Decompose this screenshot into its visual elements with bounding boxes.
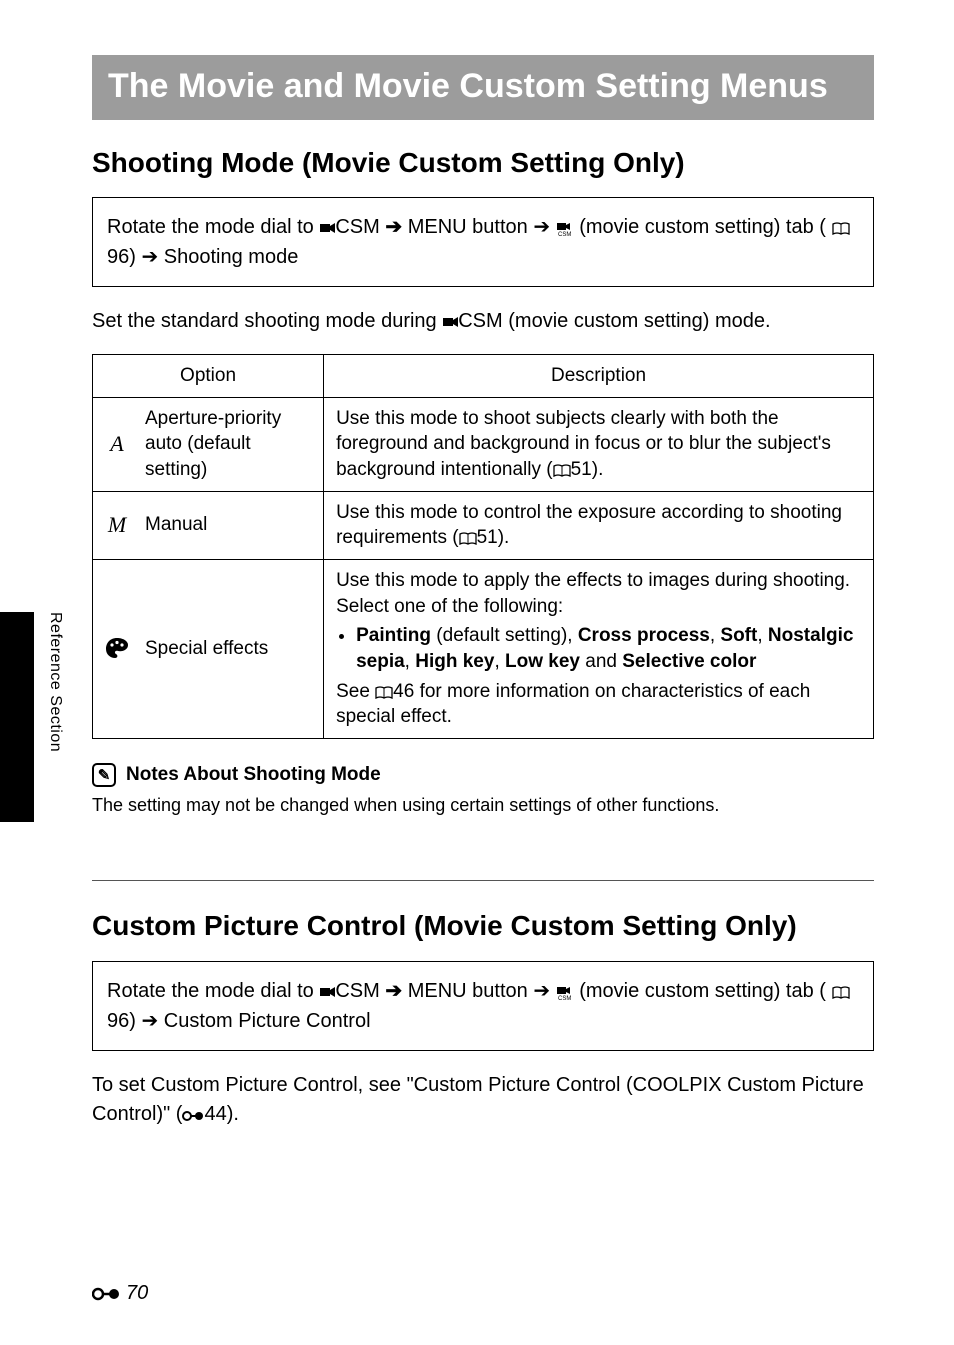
path-csm: CSM — [335, 216, 379, 238]
options-table: Option Description A Aperture-priority a… — [92, 354, 874, 739]
effects-list: Painting (default setting), Cross proces… — [356, 623, 861, 674]
section1-heading: Shooting Mode (Movie Custom Setting Only… — [92, 146, 874, 180]
pencil-note-icon: ✎ — [92, 763, 116, 787]
path-text: Rotate the mode dial to — [107, 216, 319, 238]
desc-ref: 51). — [571, 459, 604, 480]
effect-name: Soft — [720, 625, 757, 646]
section2-body: To set Custom Picture Control, see "Cust… — [92, 1071, 874, 1129]
intro-text: Set the standard shooting mode during — [92, 310, 442, 332]
path-text: button ➔ — [472, 216, 555, 238]
svg-text:CSM: CSM — [558, 232, 571, 236]
effect-name: Low key — [505, 651, 580, 672]
mode-desc: Use this mode to apply the effects to im… — [324, 559, 874, 738]
movie-tab-icon: CSM — [556, 984, 574, 1000]
notes-body: The setting may not be changed when usin… — [92, 793, 874, 818]
movie-tab-icon: CSM — [556, 220, 574, 236]
t: , — [757, 625, 768, 646]
table-row: Special effects Use this mode to apply t… — [93, 559, 874, 738]
mode-desc: Use this mode to control the exposure ac… — [324, 491, 874, 559]
section-divider — [92, 880, 874, 881]
table-row: M Manual Use this mode to control the ex… — [93, 491, 874, 559]
table-row: A Aperture-priority auto (default settin… — [93, 397, 874, 491]
mode-name: Manual — [141, 491, 324, 559]
book-ref-icon — [459, 532, 477, 546]
section2-path-box: Rotate the mode dial to CSM ➔ MENU butto… — [92, 961, 874, 1051]
col-option: Option — [93, 355, 324, 398]
movie-mode-icon — [319, 220, 335, 236]
arrow-icon: ➔ — [385, 216, 407, 238]
t: , — [405, 651, 416, 672]
link-ref-icon — [182, 1109, 204, 1123]
path-text: Rotate the mode dial to — [107, 980, 319, 1002]
path-ref: 96) ➔ Shooting mode — [107, 246, 298, 268]
t: and — [580, 651, 622, 672]
book-ref-icon — [832, 222, 850, 236]
t: , — [494, 651, 505, 672]
desc-see: See — [336, 681, 375, 702]
movie-mode-icon — [319, 984, 335, 1000]
movie-mode-icon — [442, 314, 458, 330]
page-footer: 70 — [92, 1282, 148, 1305]
desc-ref: 51). — [477, 527, 510, 548]
intro-text: (movie custom setting) mode. — [508, 310, 770, 332]
section1-intro: Set the standard shooting mode during CS… — [92, 307, 874, 336]
section2-heading: Custom Picture Control (Movie Custom Set… — [92, 909, 874, 943]
book-ref-icon — [832, 986, 850, 1000]
side-tab-label: Reference Section — [44, 612, 64, 822]
effect-name: Selective color — [622, 651, 756, 672]
menu-label: MENU — [408, 980, 467, 1002]
body-ref: 44). — [204, 1103, 238, 1125]
path-text: (movie custom setting) tab ( — [579, 216, 826, 238]
effect-name: High key — [415, 651, 494, 672]
col-description: Description — [324, 355, 874, 398]
mode-symbol: A — [93, 397, 142, 491]
menu-label: MENU — [408, 216, 467, 238]
arrow-icon: ➔ — [385, 980, 407, 1002]
effect-name: Cross process — [578, 625, 710, 646]
path-csm: CSM — [335, 980, 379, 1002]
mode-desc: Use this mode to shoot subjects clearly … — [324, 397, 874, 491]
t: (default setting), — [431, 625, 578, 646]
path-text: (movie custom setting) tab ( — [579, 980, 826, 1002]
paint-palette-icon — [105, 637, 129, 659]
t: , — [710, 625, 721, 646]
page-number: 70 — [126, 1282, 148, 1305]
svg-text:CSM: CSM — [558, 996, 571, 1000]
mode-name: Special effects — [141, 559, 324, 738]
mode-symbol — [93, 559, 142, 738]
notes-heading-text: Notes About Shooting Mode — [126, 764, 381, 786]
book-ref-icon — [553, 464, 571, 478]
mode-symbol: M — [93, 491, 142, 559]
side-black-tab — [0, 612, 34, 822]
page-title-bar: The Movie and Movie Custom Setting Menus — [92, 55, 874, 120]
notes-heading: ✎ Notes About Shooting Mode — [92, 763, 874, 787]
intro-csm: CSM — [458, 310, 502, 332]
path-text: button ➔ — [472, 980, 555, 1002]
path-ref: 96) ➔ Custom Picture Control — [107, 1010, 371, 1032]
section1-path-box: Rotate the mode dial to CSM ➔ MENU butto… — [92, 197, 874, 287]
book-ref-icon — [375, 686, 393, 700]
page-title: The Movie and Movie Custom Setting Menus — [108, 65, 858, 108]
desc-text: Use this mode to control the exposure ac… — [336, 502, 842, 549]
effect-name: Painting — [356, 625, 431, 646]
desc-see-ref: 46 for more information on characteristi… — [336, 681, 810, 728]
mode-name: Aperture-priority auto (default setting) — [141, 397, 324, 491]
desc-text: Use this mode to apply the effects to im… — [336, 570, 850, 617]
link-ref-icon — [92, 1286, 120, 1302]
